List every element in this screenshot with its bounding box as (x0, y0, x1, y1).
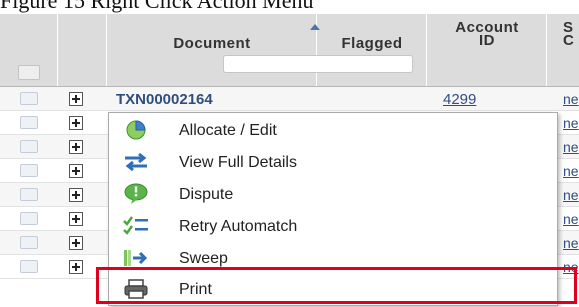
row-checkbox[interactable] (20, 164, 38, 177)
next-column-header-line2[interactable]: C (563, 33, 574, 48)
row-next-link[interactable]: ne (563, 163, 579, 179)
menu-item-view-full-details[interactable]: View Full Details (109, 147, 557, 179)
checklist-icon (123, 216, 148, 235)
header-document-cell[interactable]: Document (107, 14, 413, 86)
row-next-link[interactable]: ne (563, 235, 579, 251)
header-flagged-cell[interactable]: Flagged (317, 14, 427, 86)
row-checkbox[interactable] (20, 212, 38, 225)
row-checkbox[interactable] (20, 188, 38, 201)
swap-arrows-icon (125, 152, 147, 172)
expand-row-icon[interactable] (69, 116, 83, 130)
row-next-link[interactable]: ne (563, 139, 579, 155)
expand-row-icon[interactable] (69, 92, 83, 106)
row-checkbox[interactable] (20, 140, 38, 153)
flagged-column-header[interactable]: Flagged (317, 36, 427, 51)
menu-item-label: View Full Details (179, 154, 297, 171)
row-next-link[interactable]: ne (563, 115, 579, 131)
expand-row-icon[interactable] (69, 188, 83, 202)
print-highlight-box (96, 267, 577, 304)
figure-caption-text: Figure 15 Right Click Action Menu (0, 0, 314, 13)
row-next-link[interactable]: ne (563, 211, 579, 227)
figure-caption: Figure 15 Right Click Action Menu (0, 0, 579, 14)
table-row[interactable]: TXN00002164 4299 ne (0, 87, 579, 111)
select-all-checkbox[interactable] (18, 65, 40, 80)
expand-row-icon[interactable] (69, 260, 83, 274)
menu-item-label: Retry Automatch (179, 218, 298, 235)
row-account-id-link[interactable]: 4299 (443, 91, 476, 108)
grid-header: Document Flagged Account ID S C (0, 14, 579, 87)
sweep-arrow-icon (124, 250, 148, 266)
header-expand-cell (58, 14, 107, 86)
menu-item-retry-automatch[interactable]: Retry Automatch (109, 211, 557, 243)
header-account-id-cell[interactable]: Account ID (427, 14, 547, 86)
row-checkbox[interactable] (20, 236, 38, 249)
menu-item-label: Dispute (179, 186, 234, 203)
menu-item-label: Allocate / Edit (179, 122, 277, 139)
speech-bubble-icon (124, 183, 148, 204)
row-checkbox[interactable] (20, 92, 38, 105)
row-document-id[interactable]: TXN00002164 (116, 91, 213, 108)
row-next-link[interactable]: ne (563, 91, 579, 107)
expand-row-icon[interactable] (69, 212, 83, 226)
expand-row-icon[interactable] (69, 140, 83, 154)
document-column-header[interactable]: Document (107, 36, 317, 51)
header-next-cell[interactable]: S C (547, 14, 579, 86)
expand-row-icon[interactable] (69, 236, 83, 250)
account-id-header-line2[interactable]: ID (427, 33, 547, 48)
menu-item-dispute[interactable]: Dispute (109, 179, 557, 211)
menu-item-label: Sweep (179, 250, 228, 267)
row-checkbox[interactable] (20, 116, 38, 129)
menu-item-allocate-edit[interactable]: Allocate / Edit (109, 115, 557, 147)
header-select-cell (0, 14, 58, 86)
expand-row-icon[interactable] (69, 164, 83, 178)
pie-chart-icon (126, 120, 146, 140)
row-checkbox[interactable] (20, 260, 38, 273)
row-next-link[interactable]: ne (563, 187, 579, 203)
